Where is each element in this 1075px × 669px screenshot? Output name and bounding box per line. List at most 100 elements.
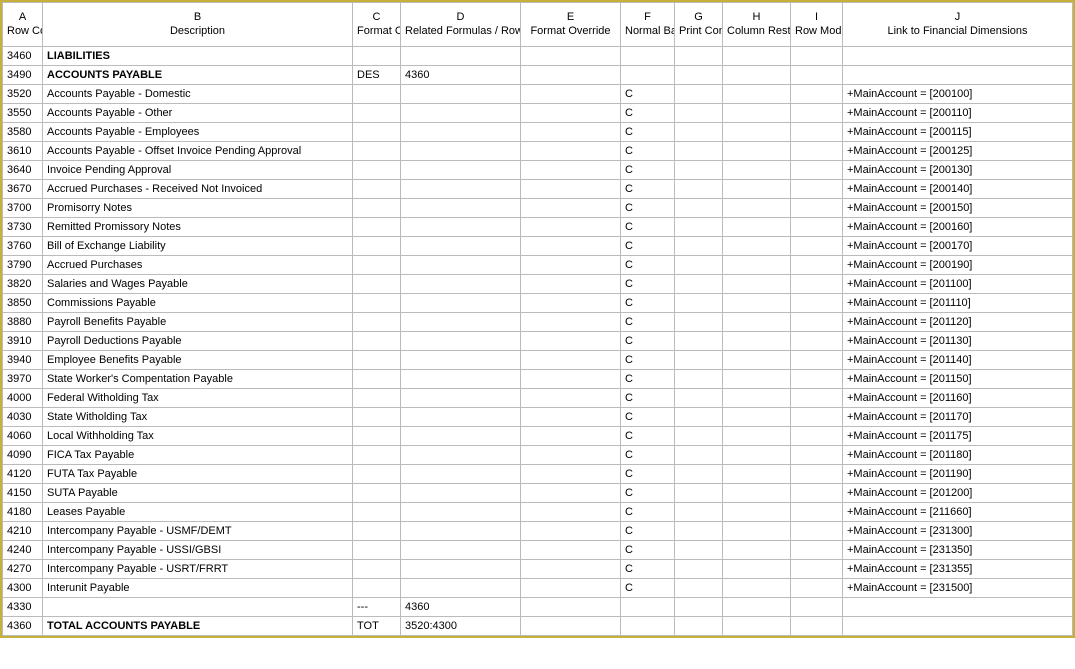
cell-print[interactable]: [675, 66, 723, 85]
cell-link[interactable]: +MainAccount = [200160]: [843, 218, 1073, 237]
cell-col-restriction[interactable]: [723, 142, 791, 161]
cell-modifier[interactable]: [791, 180, 843, 199]
cell-balance[interactable]: C: [621, 123, 675, 142]
cell-row-code[interactable]: 4060: [3, 427, 43, 446]
cell-balance[interactable]: C: [621, 522, 675, 541]
cell-link[interactable]: +MainAccount = [211660]: [843, 503, 1073, 522]
cell-description[interactable]: Federal Witholding Tax: [43, 389, 353, 408]
cell-col-restriction[interactable]: [723, 180, 791, 199]
cell-related[interactable]: [401, 370, 521, 389]
table-row[interactable]: 4240Intercompany Payable - USSI/GBSIC+Ma…: [3, 541, 1073, 560]
cell-format-code[interactable]: [353, 313, 401, 332]
cell-related[interactable]: [401, 503, 521, 522]
cell-override[interactable]: [521, 237, 621, 256]
cell-related[interactable]: [401, 427, 521, 446]
cell-link[interactable]: +MainAccount = [231350]: [843, 541, 1073, 560]
cell-row-code[interactable]: 3850: [3, 294, 43, 313]
table-row[interactable]: 3880Payroll Benefits PayableC+MainAccoun…: [3, 313, 1073, 332]
cell-link[interactable]: [843, 598, 1073, 617]
cell-col-restriction[interactable]: [723, 256, 791, 275]
cell-modifier[interactable]: [791, 598, 843, 617]
cell-link[interactable]: +MainAccount = [201160]: [843, 389, 1073, 408]
cell-related[interactable]: [401, 389, 521, 408]
cell-format-code[interactable]: [353, 104, 401, 123]
cell-format-code[interactable]: [353, 465, 401, 484]
cell-balance[interactable]: C: [621, 199, 675, 218]
cell-row-code[interactable]: 4120: [3, 465, 43, 484]
cell-modifier[interactable]: [791, 256, 843, 275]
cell-row-code[interactable]: 3580: [3, 123, 43, 142]
cell-balance[interactable]: C: [621, 370, 675, 389]
table-row[interactable]: 3460LIABILITIES: [3, 47, 1073, 66]
cell-modifier[interactable]: [791, 313, 843, 332]
cell-description[interactable]: Accounts Payable - Offset Invoice Pendin…: [43, 142, 353, 161]
cell-related[interactable]: 4360: [401, 598, 521, 617]
cell-row-code[interactable]: 3700: [3, 199, 43, 218]
cell-print[interactable]: [675, 85, 723, 104]
table-row[interactable]: 4330---4360: [3, 598, 1073, 617]
cell-row-code[interactable]: 3610: [3, 142, 43, 161]
cell-modifier[interactable]: [791, 427, 843, 446]
cell-description[interactable]: Salaries and Wages Payable: [43, 275, 353, 294]
cell-override[interactable]: [521, 332, 621, 351]
table-row[interactable]: 3970State Worker's Compentation PayableC…: [3, 370, 1073, 389]
cell-col-restriction[interactable]: [723, 484, 791, 503]
cell-format-code[interactable]: DES: [353, 66, 401, 85]
cell-print[interactable]: [675, 465, 723, 484]
cell-description[interactable]: Accounts Payable - Other: [43, 104, 353, 123]
cell-link[interactable]: +MainAccount = [201150]: [843, 370, 1073, 389]
cell-row-code[interactable]: 4360: [3, 617, 43, 636]
table-row[interactable]: 4150SUTA PayableC+MainAccount = [201200]: [3, 484, 1073, 503]
cell-description[interactable]: LIABILITIES: [43, 47, 353, 66]
cell-balance[interactable]: C: [621, 161, 675, 180]
cell-col-restriction[interactable]: [723, 522, 791, 541]
cell-description[interactable]: Local Withholding Tax: [43, 427, 353, 446]
header-column-restriction[interactable]: HColumn Restriction: [723, 3, 791, 47]
cell-balance[interactable]: C: [621, 180, 675, 199]
cell-print[interactable]: [675, 161, 723, 180]
cell-format-code[interactable]: [353, 427, 401, 446]
cell-print[interactable]: [675, 617, 723, 636]
cell-balance[interactable]: C: [621, 256, 675, 275]
cell-row-code[interactable]: 3910: [3, 332, 43, 351]
cell-description[interactable]: Intercompany Payable - USRT/FRRT: [43, 560, 353, 579]
cell-print[interactable]: [675, 351, 723, 370]
cell-print[interactable]: [675, 484, 723, 503]
cell-print[interactable]: [675, 541, 723, 560]
cell-row-code[interactable]: 3760: [3, 237, 43, 256]
cell-related[interactable]: [401, 484, 521, 503]
table-row[interactable]: 3760Bill of Exchange LiabilityC+MainAcco…: [3, 237, 1073, 256]
header-related-formulas[interactable]: DRelated Formulas / Rows / Units: [401, 3, 521, 47]
cell-print[interactable]: [675, 446, 723, 465]
cell-override[interactable]: [521, 199, 621, 218]
cell-modifier[interactable]: [791, 560, 843, 579]
cell-print[interactable]: [675, 579, 723, 598]
cell-link[interactable]: +MainAccount = [201200]: [843, 484, 1073, 503]
cell-related[interactable]: [401, 85, 521, 104]
table-row[interactable]: 4030State Witholding TaxC+MainAccount = …: [3, 408, 1073, 427]
cell-balance[interactable]: C: [621, 294, 675, 313]
cell-row-code[interactable]: 4240: [3, 541, 43, 560]
cell-format-code[interactable]: [353, 484, 401, 503]
cell-related[interactable]: [401, 446, 521, 465]
cell-row-code[interactable]: 3820: [3, 275, 43, 294]
cell-print[interactable]: [675, 503, 723, 522]
cell-link[interactable]: [843, 617, 1073, 636]
cell-modifier[interactable]: [791, 408, 843, 427]
cell-format-code[interactable]: [353, 408, 401, 427]
cell-description[interactable]: Remitted Promissory Notes: [43, 218, 353, 237]
cell-print[interactable]: [675, 522, 723, 541]
cell-balance[interactable]: [621, 598, 675, 617]
table-row[interactable]: 4120FUTA Tax PayableC+MainAccount = [201…: [3, 465, 1073, 484]
cell-format-code[interactable]: TOT: [353, 617, 401, 636]
cell-link[interactable]: +MainAccount = [201180]: [843, 446, 1073, 465]
cell-balance[interactable]: [621, 617, 675, 636]
cell-balance[interactable]: C: [621, 484, 675, 503]
cell-related[interactable]: [401, 104, 521, 123]
cell-format-code[interactable]: [353, 522, 401, 541]
cell-description[interactable]: Accrued Purchases - Received Not Invoice…: [43, 180, 353, 199]
cell-print[interactable]: [675, 218, 723, 237]
cell-row-code[interactable]: 4090: [3, 446, 43, 465]
cell-balance[interactable]: [621, 47, 675, 66]
header-normal-balance[interactable]: FNormal Balance: [621, 3, 675, 47]
